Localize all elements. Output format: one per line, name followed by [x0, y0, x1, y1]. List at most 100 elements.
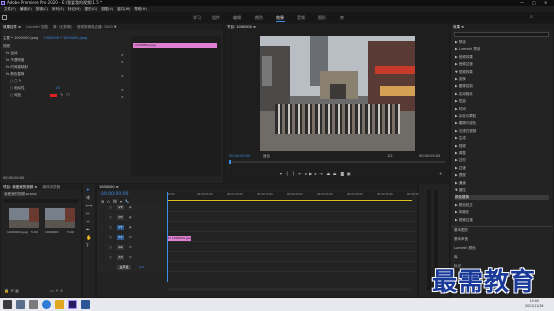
fx-time-remap-row[interactable]: fx 时间重映射 — [6, 65, 28, 70]
tab-audio-clip-mixer[interactable]: 音频剪辑混合器: 1000 ▼ — [77, 25, 117, 29]
system-clock[interactable]: 15:00 2021/11/16 — [525, 299, 543, 309]
mute-icon[interactable]: M — [129, 235, 132, 239]
start-menu-icon[interactable] — [3, 300, 12, 309]
effects-tree-item[interactable]: ▶ 生成 — [455, 136, 466, 141]
playhead-scrubber[interactable] — [229, 160, 445, 164]
checkbox-icon[interactable]: ☐ — [66, 93, 69, 97]
effects-tree-item[interactable]: ▶ 调整 — [455, 151, 466, 156]
workspace-learn[interactable]: 学习 — [193, 15, 201, 21]
toggle-output-icon[interactable]: ◉ — [129, 215, 132, 219]
new-item-icon[interactable]: + — [55, 288, 58, 293]
effects-tree-item[interactable]: 颜色替换 — [455, 195, 549, 201]
play-icon[interactable]: ▶ — [309, 171, 312, 176]
libraries-item[interactable]: 库 — [454, 255, 458, 260]
track-target-toggle[interactable]: A2 — [117, 245, 124, 250]
timeline-playhead[interactable] — [167, 192, 168, 282]
slip-tool-icon[interactable]: ⇿ — [86, 220, 90, 225]
effects-tree-item[interactable]: ▶ 音频过渡 — [455, 62, 473, 67]
effects-tree-item[interactable]: ▶ 视频 — [455, 144, 466, 149]
add-button-icon[interactable]: + — [439, 171, 442, 176]
icon-view-icon[interactable]: ▦ — [15, 288, 19, 293]
timeline-timecode[interactable]: 00:00:00:00 — [101, 192, 128, 197]
workspace-libraries[interactable]: 库 — [340, 15, 344, 21]
fx-motion-row[interactable]: fx 运动 — [6, 51, 17, 56]
reset-icon[interactable]: ↺ — [121, 53, 124, 57]
track-lock-icon[interactable]: ◫ — [109, 225, 112, 229]
tab-sequence[interactable]: 1000000 ≡ — [99, 185, 119, 189]
effects-tree-item[interactable]: ▶ 扭曲 — [455, 99, 466, 104]
project-search-input[interactable] — [4, 199, 78, 203]
lift-icon[interactable]: ⏏ — [326, 171, 330, 176]
type-tool-icon[interactable]: T — [86, 244, 89, 249]
track-target-toggle[interactable]: 主声道 — [117, 265, 131, 270]
workspace-editing[interactable]: 编辑 — [233, 15, 241, 21]
menu-item-window[interactable]: 窗口(W) — [117, 7, 130, 11]
reset-icon[interactable]: ↺ — [121, 60, 124, 64]
export-frame-icon[interactable]: ◙ — [340, 171, 344, 176]
tab-source[interactable]: 源: (无剪辑) — [53, 25, 72, 29]
lumetri-color-item[interactable]: Lumetri 颜色 — [454, 246, 476, 251]
track-lock-icon[interactable]: ◫ — [109, 205, 112, 209]
mute-icon[interactable]: M — [129, 245, 132, 249]
mute-icon[interactable]: M — [129, 255, 132, 259]
step-back-icon[interactable]: ◂ — [305, 171, 307, 176]
tab-media-browser[interactable]: 媒体浏览器 — [42, 185, 60, 189]
resolution-dropdown[interactable]: 1/2 — [387, 154, 393, 158]
essential-sound-item[interactable]: 基本声音 — [454, 237, 468, 242]
track-lock-icon[interactable]: ◫ — [109, 235, 112, 239]
track-target-toggle[interactable]: V3 — [117, 205, 124, 210]
sequence-thumbnail[interactable] — [45, 208, 75, 228]
ripple-edit-tool-icon[interactable]: ⟷ — [86, 204, 92, 209]
menu-item-sequence[interactable]: 序列(S) — [52, 7, 64, 11]
track-lock-icon[interactable]: ◫ — [109, 215, 112, 219]
effects-tree-item[interactable]: ▼ 视频效果 — [455, 70, 473, 75]
file-explorer-icon[interactable] — [55, 300, 64, 309]
toggle-output-icon[interactable]: ◉ — [129, 205, 132, 209]
menu-item-clip[interactable]: 剪辑(C) — [36, 7, 48, 11]
effects-tree-item[interactable]: ▶ 音频效果 — [455, 55, 473, 60]
track-lock-icon[interactable]: ◫ — [109, 255, 112, 259]
comparison-view-icon[interactable]: ▣ — [347, 171, 351, 176]
effects-tree-item[interactable]: ▼ 键控 — [455, 188, 466, 193]
mark-out-icon[interactable]: } — [292, 171, 295, 176]
track-target-toggle[interactable]: V2 — [117, 215, 124, 220]
task-view-icon[interactable] — [29, 300, 38, 309]
selection-tool-icon[interactable]: ➤ — [86, 188, 90, 193]
solid-color-swatch[interactable] — [50, 93, 58, 97]
effects-tree-item[interactable]: ▶ 实用程序 — [455, 92, 473, 97]
menu-item-edit[interactable]: 编辑(E) — [20, 7, 32, 11]
search-icon[interactable]: ⌕ — [530, 14, 533, 20]
edge-browser-icon[interactable] — [42, 300, 51, 309]
effects-tree-item[interactable]: ▶ 通道 — [455, 181, 466, 186]
premiere-pro-taskbar-icon[interactable] — [68, 300, 77, 309]
effects-tree-item[interactable]: ▶ Lumetri 预设 — [455, 47, 480, 52]
word-icon[interactable] — [81, 300, 90, 309]
program-timecode-left[interactable]: 00:00:00:00 — [229, 154, 250, 158]
effects-tree-item[interactable]: ▶ 过渡 — [455, 166, 466, 171]
workspace-audio[interactable]: 音频 — [297, 15, 305, 21]
workspace-graphics[interactable]: 图形 — [318, 15, 326, 21]
menu-item-file[interactable]: 文件(F) — [4, 7, 16, 11]
essential-graphics-item[interactable]: 基本图形 — [454, 228, 468, 233]
reset-icon[interactable]: ↺ — [121, 74, 124, 78]
master-clip-selector[interactable]: 主要 * 1000000.jpeg 1000000 * 1000000.jpeg — [3, 36, 87, 41]
timeline-clip[interactable]: fx 1000000.jpeg — [167, 236, 191, 241]
lock-icon[interactable]: 🔒 — [4, 288, 9, 293]
similarity-value[interactable]: 15 — [56, 86, 60, 90]
tab-project[interactable]: 项目: 我爱我的视频 ≡ — [3, 185, 37, 189]
effects-tree-item[interactable]: ▶ 透视 — [455, 173, 466, 178]
mark-in-icon[interactable]: { — [286, 171, 289, 176]
track-target-toggle[interactable]: A3 — [117, 255, 124, 260]
mask-tools-row[interactable]: ○ □ ✎ — [10, 79, 22, 83]
effects-tree-item[interactable]: ▶ 杂色与颗粒 — [455, 114, 476, 119]
menu-item-view[interactable]: 视图(V) — [101, 7, 113, 11]
pen-tool-icon[interactable]: ✒ — [86, 228, 90, 233]
step-forward-icon[interactable]: ▸ — [315, 171, 317, 176]
menu-item-graphics[interactable]: 图形(G) — [85, 7, 97, 11]
workspace-color[interactable]: 颜色 — [255, 15, 263, 21]
new-bin-icon[interactable]: ▭ — [50, 288, 54, 293]
list-view-icon[interactable]: ☰ — [10, 288, 14, 293]
effects-tree-item[interactable]: ▶ 时间 — [455, 107, 466, 112]
effects-tree-item[interactable]: ▶ 预设 — [455, 40, 466, 45]
effects-tree-item[interactable]: ▶ 视频过渡 — [455, 218, 473, 223]
